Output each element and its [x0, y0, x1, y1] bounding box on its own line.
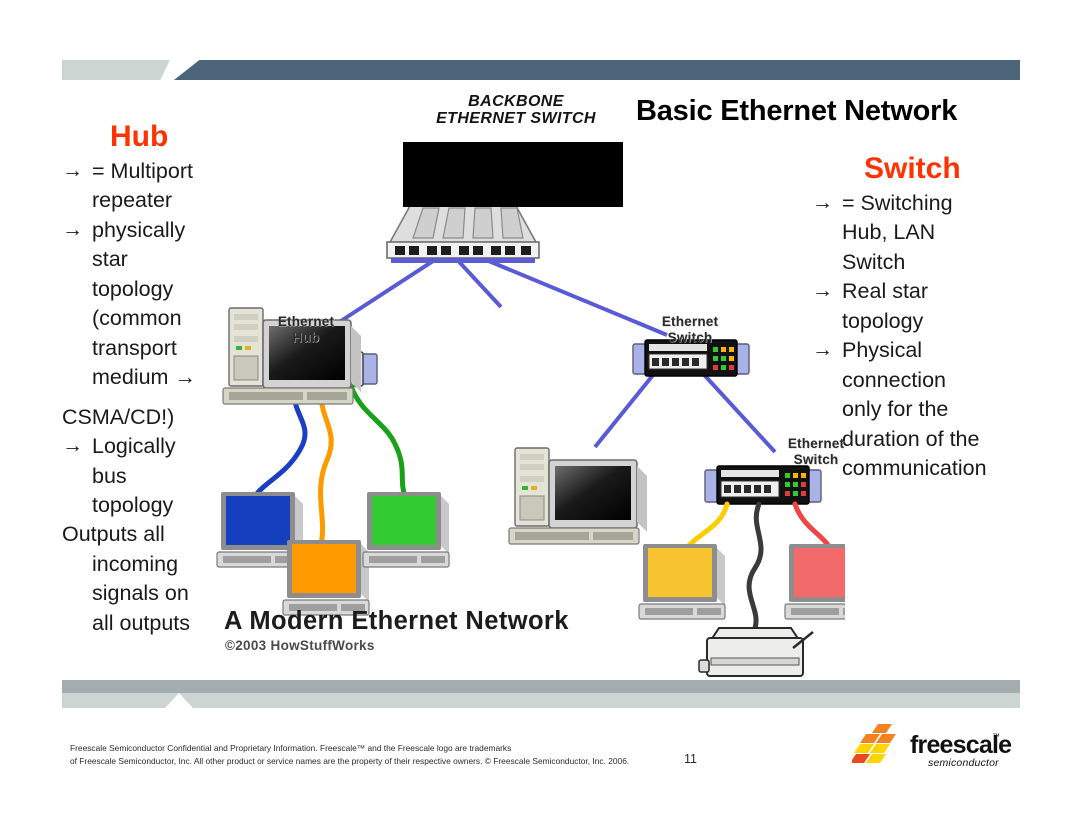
hub-line-2: repeater — [92, 188, 173, 213]
trademark-symbol: ™ — [992, 732, 1000, 741]
ethernet-switch-label-upper: Ethernet Switch — [635, 314, 745, 345]
switch-cable-red — [792, 501, 834, 553]
freescale-logo: freescale ™ semiconductor — [852, 718, 1022, 774]
hub-label-line2: Hub — [292, 329, 320, 345]
bottom-bar-bottom-segment — [62, 693, 1020, 708]
switch-label-lower-line2: Switch — [793, 451, 839, 467]
switch-label-lower-line1: Ethernet — [787, 436, 845, 451]
slide-canvas: Basic Ethernet Network Hub → = Multiport… — [0, 0, 1080, 834]
hub-cable-green — [348, 383, 408, 499]
bottom-bar-notch — [165, 693, 193, 708]
hub-line-6: (common — [92, 306, 182, 331]
workstation-yellow — [638, 544, 726, 620]
hub-line-16: all outputs — [92, 610, 191, 635]
workstation-green — [362, 492, 450, 568]
ethernet-switch-label-lower: Ethernet Switch — [761, 436, 871, 467]
workstation-orange — [282, 540, 370, 616]
top-decorative-bar — [62, 60, 1020, 80]
switch-cable-yellow — [682, 501, 730, 553]
hub-line-7: transport — [92, 335, 177, 360]
bottom-bar-top-segment — [62, 680, 1020, 693]
diagram-copyright: ©2003 HowStuffWorks — [225, 638, 375, 653]
hub-line-11: bus — [92, 463, 127, 488]
switch-line-1: = Switching — [842, 191, 953, 215]
hub-line-4: star — [92, 247, 128, 272]
switch-line-2: Hub, LAN — [842, 220, 936, 245]
ethernet-hub-label: Ethernet Hub — [253, 314, 359, 345]
hub-line-15: signals on — [92, 581, 189, 606]
hub-line-12: topology — [92, 492, 174, 517]
switch-line-4: Real star — [842, 279, 929, 304]
backbone-switch-device — [386, 203, 540, 263]
switch-label-upper-line2: Switch — [667, 329, 713, 345]
switch-label-upper-line1: Ethernet — [661, 314, 719, 329]
workstation-red — [784, 544, 845, 620]
ethernet-switch-device-lower — [704, 465, 822, 505]
bottom-decorative-bar — [62, 680, 1020, 708]
backbone-switch-label: BACKBONE ETHERNET SWITCH — [401, 93, 631, 128]
arrow-icon: → — [62, 217, 83, 241]
switch-line-8: only for the — [842, 397, 949, 422]
redaction-box — [403, 142, 623, 207]
backbone-label-line1: BACKBONE — [468, 93, 564, 110]
hub-cable-orange — [318, 383, 334, 547]
footer-legal-line-2: of Freescale Semiconductor, Inc. All oth… — [70, 755, 630, 766]
ethernet-switch-device-upper — [632, 339, 750, 377]
page-number: 11 — [684, 752, 697, 766]
ethernet-network-diagram: BACKBONE ETHERNET SWITCH Ethernet Hub Et… — [215, 92, 845, 677]
freescale-tagline: semiconductor — [928, 757, 999, 769]
switch-line-6: Physical — [842, 338, 923, 363]
switch-line-3: Switch — [842, 249, 906, 274]
pc-workstation-lower — [508, 447, 647, 545]
diagram-title: A Modern Ethernet Network — [224, 607, 569, 635]
hub-label-line1: Ethernet — [277, 314, 335, 329]
footer-legal-text: Freescale Semiconductor Confidential and… — [70, 742, 690, 767]
hub-line-13: Outputs all — [62, 522, 165, 547]
hub-line-5: topology — [92, 276, 174, 301]
footer-legal-line-1: Freescale Semiconductor Confidential and… — [70, 743, 512, 753]
top-bar-left-segment — [62, 60, 170, 80]
hub-line-9: CSMA/CD!) — [62, 404, 175, 429]
arrow-icon: → — [62, 434, 83, 458]
arrow-icon: → — [62, 159, 83, 182]
backbone-label-line2: ETHERNET SWITCH — [436, 109, 596, 127]
hub-line-8: medium → — [92, 365, 196, 390]
top-bar-right-segment — [174, 60, 1020, 80]
freescale-mark-icon — [852, 724, 896, 763]
switch-cable-black — [746, 501, 764, 631]
switch-line-5: topology — [842, 308, 924, 333]
switch-line-7: connection — [842, 367, 946, 392]
hub-line-14: incoming — [92, 551, 179, 576]
network-printer — [698, 627, 814, 677]
